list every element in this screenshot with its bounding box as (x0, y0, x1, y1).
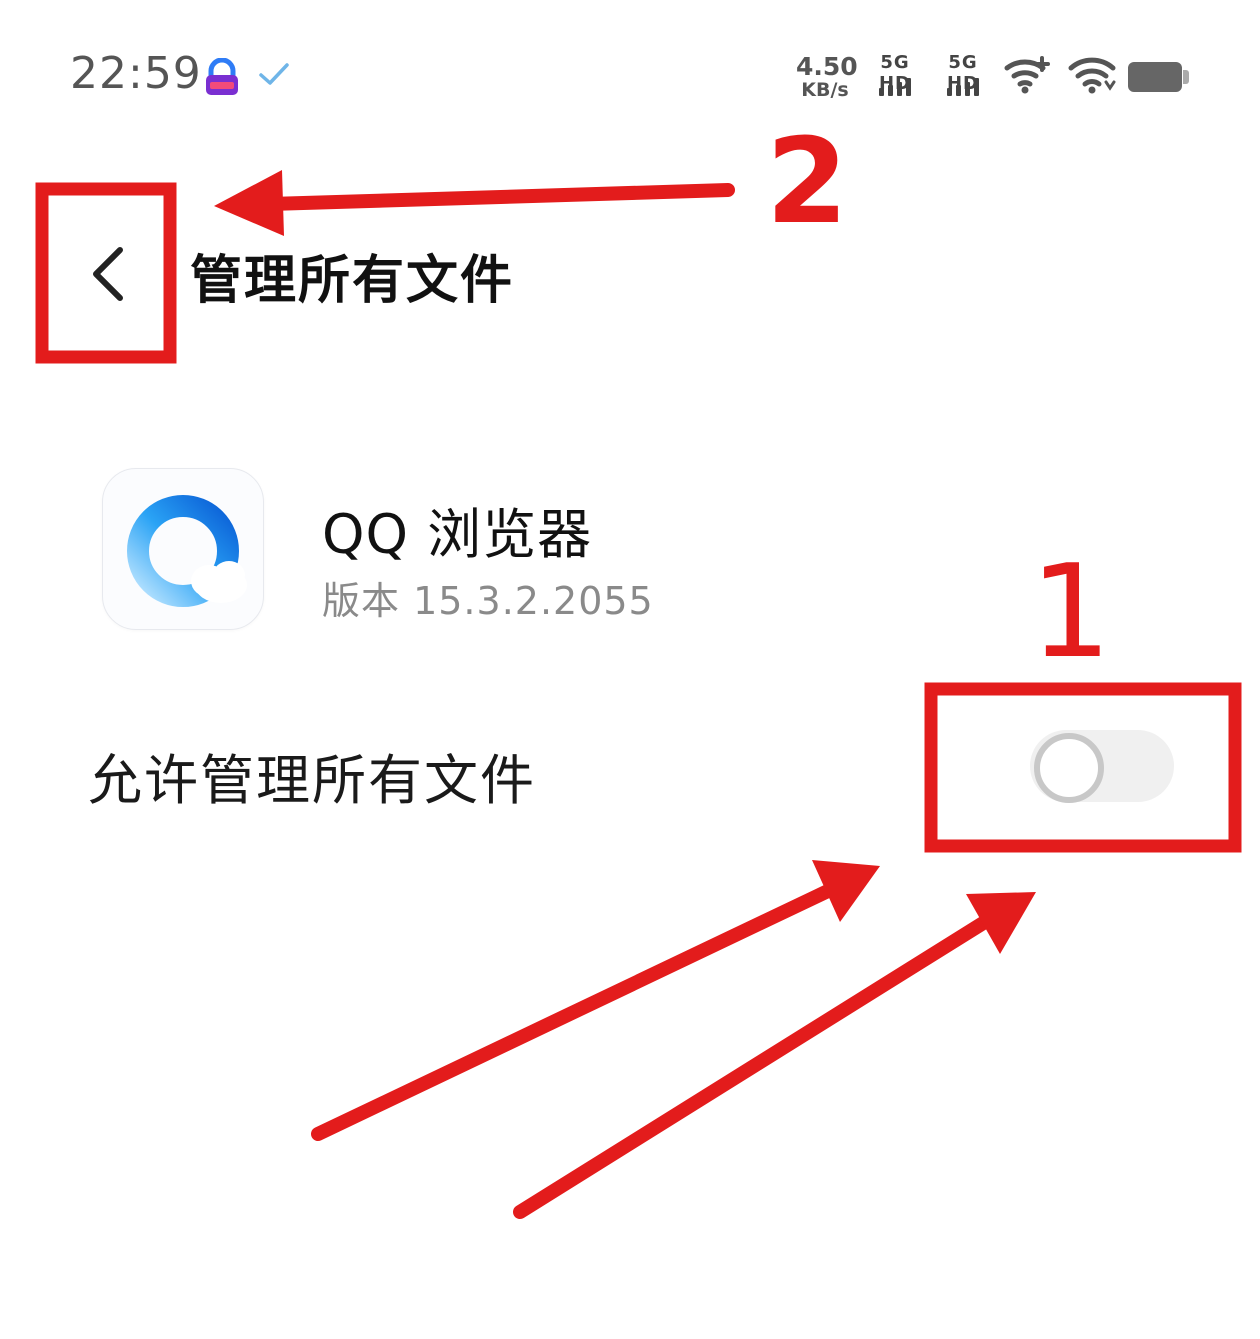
app-lock-icon (202, 57, 242, 98)
allow-manage-label: 允许管理所有文件 (88, 749, 536, 812)
switch-knob (1034, 733, 1104, 803)
battery-tip (1183, 70, 1189, 84)
allow-manage-switch[interactable] (1030, 730, 1174, 803)
check-icon (258, 60, 290, 92)
annotation-number-1: 1 (1030, 538, 1112, 687)
network-speed-unit: KB/s (801, 79, 849, 101)
chevron-left-icon (88, 244, 128, 308)
back-button[interactable] (80, 238, 136, 314)
annotation-number-2: 2 (766, 112, 849, 250)
arrow-to-switch-left (311, 860, 880, 1141)
network-speed-value: 4.50 (796, 52, 858, 81)
page-title: 管理所有文件 (190, 251, 515, 311)
app-version: 版本 15.3.2.2055 (322, 579, 654, 623)
battery-icon (1128, 62, 1182, 92)
wifi-icon (1068, 54, 1118, 100)
network-speed: 4.50 KB/s (796, 52, 858, 101)
qq-browser-icon (102, 468, 264, 630)
wifi-plus-icon (1004, 54, 1054, 100)
app-name: QQ 浏览器 (322, 503, 593, 566)
arrow-to-switch-right (513, 892, 1036, 1219)
status-time: 22:59 (70, 48, 202, 99)
signal-icon: 5G HD (864, 52, 926, 98)
arrow-to-back (214, 170, 735, 236)
signal-icon: 5G HD (932, 52, 994, 98)
